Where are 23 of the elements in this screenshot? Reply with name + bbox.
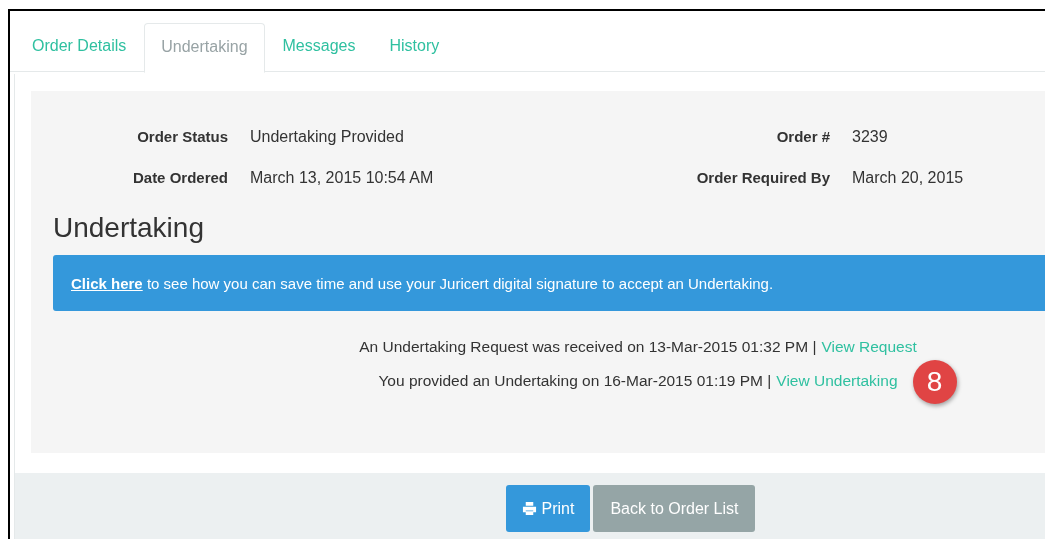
- tab[interactable]: Messages: [266, 23, 372, 71]
- view-link[interactable]: View Request: [821, 338, 917, 355]
- field-value: 3239: [852, 127, 889, 146]
- tab[interactable]: Order Details: [16, 23, 143, 71]
- field-value: Undertaking Provided: [250, 127, 405, 146]
- print-button[interactable]: Print: [505, 485, 591, 532]
- field-label: Date Ordered: [131, 168, 228, 187]
- event-text: You provided an Undertaking on 16-Mar-2015 01:19 PM |: [378, 372, 772, 389]
- field-label: Order Status: [136, 127, 228, 146]
- view-link[interactable]: View Undertaking: [776, 372, 898, 389]
- field-label: Order #: [775, 127, 830, 146]
- field-value: March 20, 2015: [852, 168, 964, 187]
- step-badge: 8: [912, 360, 957, 404]
- field-value: March 13, 2015 10:54 AM: [250, 168, 435, 187]
- field-label: Order Required By: [695, 168, 830, 187]
- tab[interactable]: Undertaking: [144, 23, 265, 73]
- click-here-link[interactable]: Click here: [71, 274, 143, 292]
- back-button[interactable]: Back to Order List: [593, 485, 756, 532]
- section-heading: Undertaking: [53, 211, 205, 245]
- printer-icon: [521, 501, 537, 516]
- tab[interactable]: History: [373, 23, 456, 71]
- banner-text: Click here to see how you can save time and use your Juricert digital signature to accept an Undertaking.: [71, 274, 774, 292]
- event-text: An Undertaking Request was received on 13-Mar-2015 01:32 PM |: [359, 338, 817, 355]
